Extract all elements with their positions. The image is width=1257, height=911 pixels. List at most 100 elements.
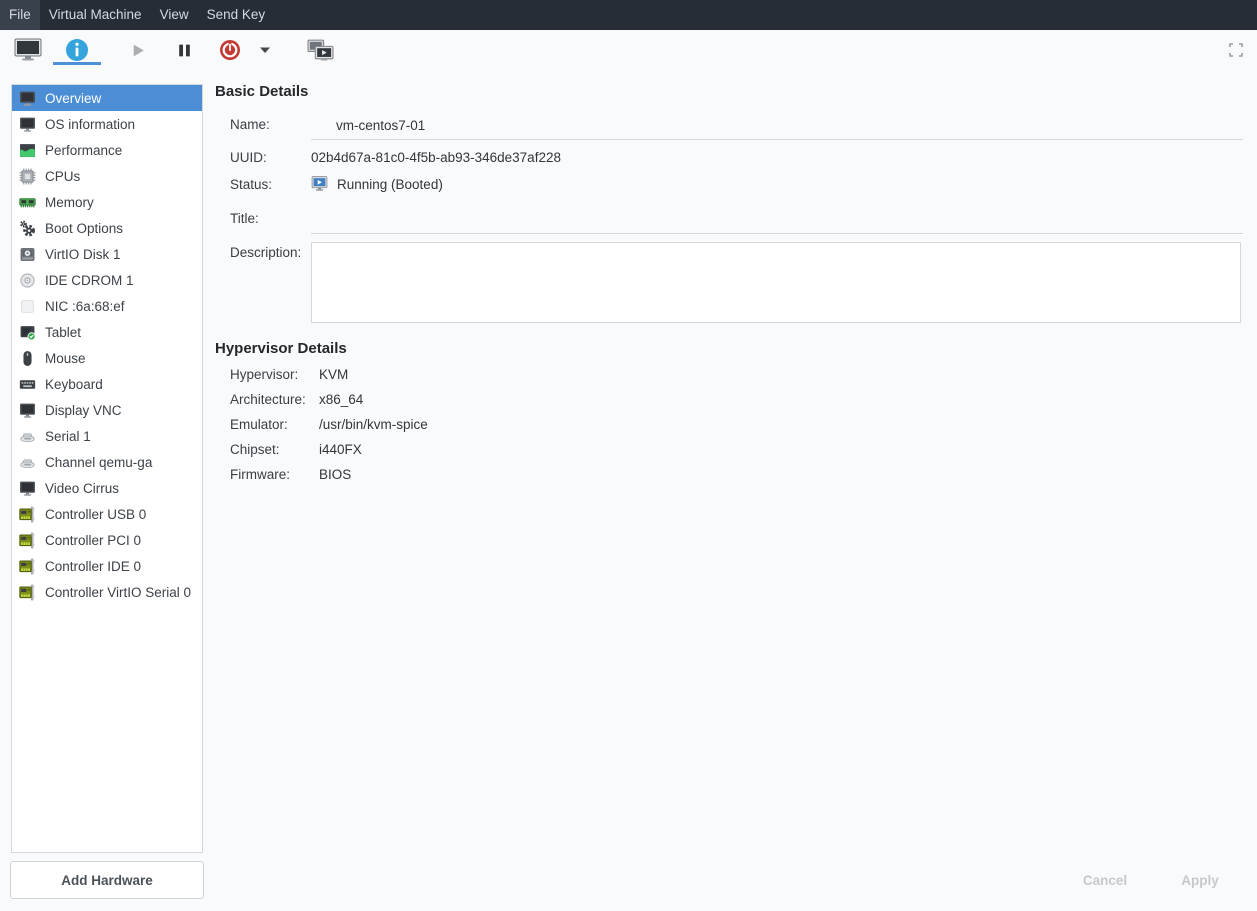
monitor-running-icon (311, 175, 328, 192)
monitor-icon (19, 402, 36, 419)
run-play-icon (130, 42, 147, 59)
sidebar-item-performance[interactable]: Performance (12, 137, 202, 163)
name-input[interactable] (311, 111, 1243, 140)
snapshots-monitors-icon (307, 39, 334, 62)
architecture-label: Architecture: (230, 392, 306, 407)
sidebar-item-label: Boot Options (45, 221, 123, 236)
title-label: Title: (230, 211, 259, 226)
vm-details-window: File Virtual Machine View Send Key (0, 0, 1257, 911)
sidebar-item-cpus[interactable]: CPUs (12, 163, 202, 189)
sidebar-item-label: Memory (45, 195, 94, 210)
description-textarea[interactable] (311, 242, 1241, 323)
uuid-label: UUID: (230, 150, 267, 165)
sidebar-item-overview[interactable]: Overview (12, 85, 202, 111)
sidebar-item-controller-pci-0[interactable]: Controller PCI 0 (12, 527, 202, 553)
hypervisor-details-title: Hypervisor Details (215, 340, 347, 357)
sidebar-item-controller-ide-0[interactable]: Controller IDE 0 (12, 553, 202, 579)
add-hardware-button[interactable]: Add Hardware (10, 861, 204, 899)
fullscreen-button[interactable] (1228, 42, 1244, 58)
emulator-label: Emulator: (230, 417, 288, 432)
description-label: Description: (230, 245, 301, 260)
run-button[interactable] (129, 30, 147, 70)
sidebar-item-controller-virtio-serial-0[interactable]: Controller VirtIO Serial 0 (12, 579, 202, 605)
console-monitor-icon (14, 38, 42, 62)
sidebar-item-display-vnc[interactable]: Display VNC (12, 397, 202, 423)
toolbar (0, 30, 1257, 70)
uuid-value: 02b4d67a-81c0-4f5b-ab93-346de37af228 (311, 150, 561, 165)
pause-button[interactable] (175, 30, 193, 70)
sidebar-item-label: Tablet (45, 325, 81, 340)
title-input[interactable] (311, 205, 1243, 234)
sidebar-item-os-information[interactable]: OS information (12, 111, 202, 137)
controller-card-icon (19, 558, 36, 575)
sidebar-item-boot-options[interactable]: Boot Options (12, 215, 202, 241)
shutdown-power-icon (219, 39, 241, 61)
menu-send-key[interactable]: Send Key (198, 0, 275, 30)
basic-details-title: Basic Details (215, 83, 308, 100)
cpu-chip-icon (19, 168, 36, 185)
hypervisor-value: KVM (319, 367, 348, 382)
menu-view[interactable]: View (151, 0, 198, 30)
menubar: File Virtual Machine View Send Key (0, 0, 1257, 30)
status-label: Status: (230, 177, 272, 192)
serial-port-icon (19, 454, 36, 471)
chipset-value: i440FX (319, 442, 362, 457)
boot-gears-icon (19, 220, 36, 237)
apply-button[interactable]: Apply (1155, 861, 1245, 899)
controller-card-icon (19, 532, 36, 549)
cdrom-disc-icon (19, 272, 36, 289)
nic-icon (19, 298, 36, 315)
sidebar-item-label: Controller PCI 0 (45, 533, 141, 548)
sidebar-item-keyboard[interactable]: Keyboard (12, 371, 202, 397)
status-value: Running (Booted) (337, 177, 443, 192)
sidebar-item-label: Channel qemu-ga (45, 455, 152, 470)
memory-ram-icon (19, 194, 36, 211)
sidebar-item-serial-1[interactable]: Serial 1 (12, 423, 202, 449)
show-details-button[interactable] (53, 30, 101, 70)
architecture-value: x86_64 (319, 392, 363, 407)
keyboard-icon (19, 376, 36, 393)
sidebar-item-video-cirrus[interactable]: Video Cirrus (12, 475, 202, 501)
cancel-button[interactable]: Cancel (1060, 861, 1150, 899)
sidebar-item-label: Display VNC (45, 403, 122, 418)
sidebar-item-virtio-disk-1[interactable]: VirtIO Disk 1 (12, 241, 202, 267)
sidebar-item-label: Controller IDE 0 (45, 559, 141, 574)
controller-card-icon (19, 584, 36, 601)
snapshots-button[interactable] (307, 30, 334, 70)
sidebar-item-label: Video Cirrus (45, 481, 119, 496)
monitor-icon (19, 116, 36, 133)
shutdown-button[interactable] (219, 30, 241, 70)
pause-icon (176, 42, 193, 59)
hardware-list: Overview OS information Performance CPUs… (11, 84, 203, 853)
sidebar-item-label: IDE CDROM 1 (45, 273, 134, 288)
sidebar-item-mouse[interactable]: Mouse (12, 345, 202, 371)
show-console-button[interactable] (13, 30, 43, 70)
menu-virtual-machine[interactable]: Virtual Machine (40, 0, 151, 30)
firmware-label: Firmware: (230, 467, 290, 482)
sidebar-item-label: Controller VirtIO Serial 0 (45, 585, 191, 600)
sidebar-item-nic[interactable]: NIC :6a:68:ef (12, 293, 202, 319)
sidebar-item-label: CPUs (45, 169, 80, 184)
fullscreen-corners-icon (1228, 45, 1244, 62)
chipset-label: Chipset: (230, 442, 280, 457)
sidebar-item-controller-usb-0[interactable]: Controller USB 0 (12, 501, 202, 527)
sidebar-item-label: Controller USB 0 (45, 507, 146, 522)
monitor-icon (19, 480, 36, 497)
disk-icon (19, 246, 36, 263)
sidebar-item-label: Keyboard (45, 377, 103, 392)
name-label: Name: (230, 117, 270, 132)
menu-file[interactable]: File (0, 0, 40, 30)
sidebar-item-label: Mouse (45, 351, 86, 366)
sidebar-item-label: NIC :6a:68:ef (45, 299, 125, 314)
sidebar-item-memory[interactable]: Memory (12, 189, 202, 215)
performance-chart-icon (19, 142, 36, 159)
sidebar-item-label: Performance (45, 143, 122, 158)
sidebar-item-tablet[interactable]: Tablet (12, 319, 202, 345)
sidebar-item-channel-qemu-ga[interactable]: Channel qemu-ga (12, 449, 202, 475)
monitor-icon (19, 90, 36, 107)
sidebar-item-label: Overview (45, 91, 101, 106)
sidebar-item-label: Serial 1 (45, 429, 91, 444)
sidebar-item-ide-cdrom-1[interactable]: IDE CDROM 1 (12, 267, 202, 293)
serial-port-icon (19, 428, 36, 445)
shutdown-menu-button[interactable] (259, 30, 271, 70)
